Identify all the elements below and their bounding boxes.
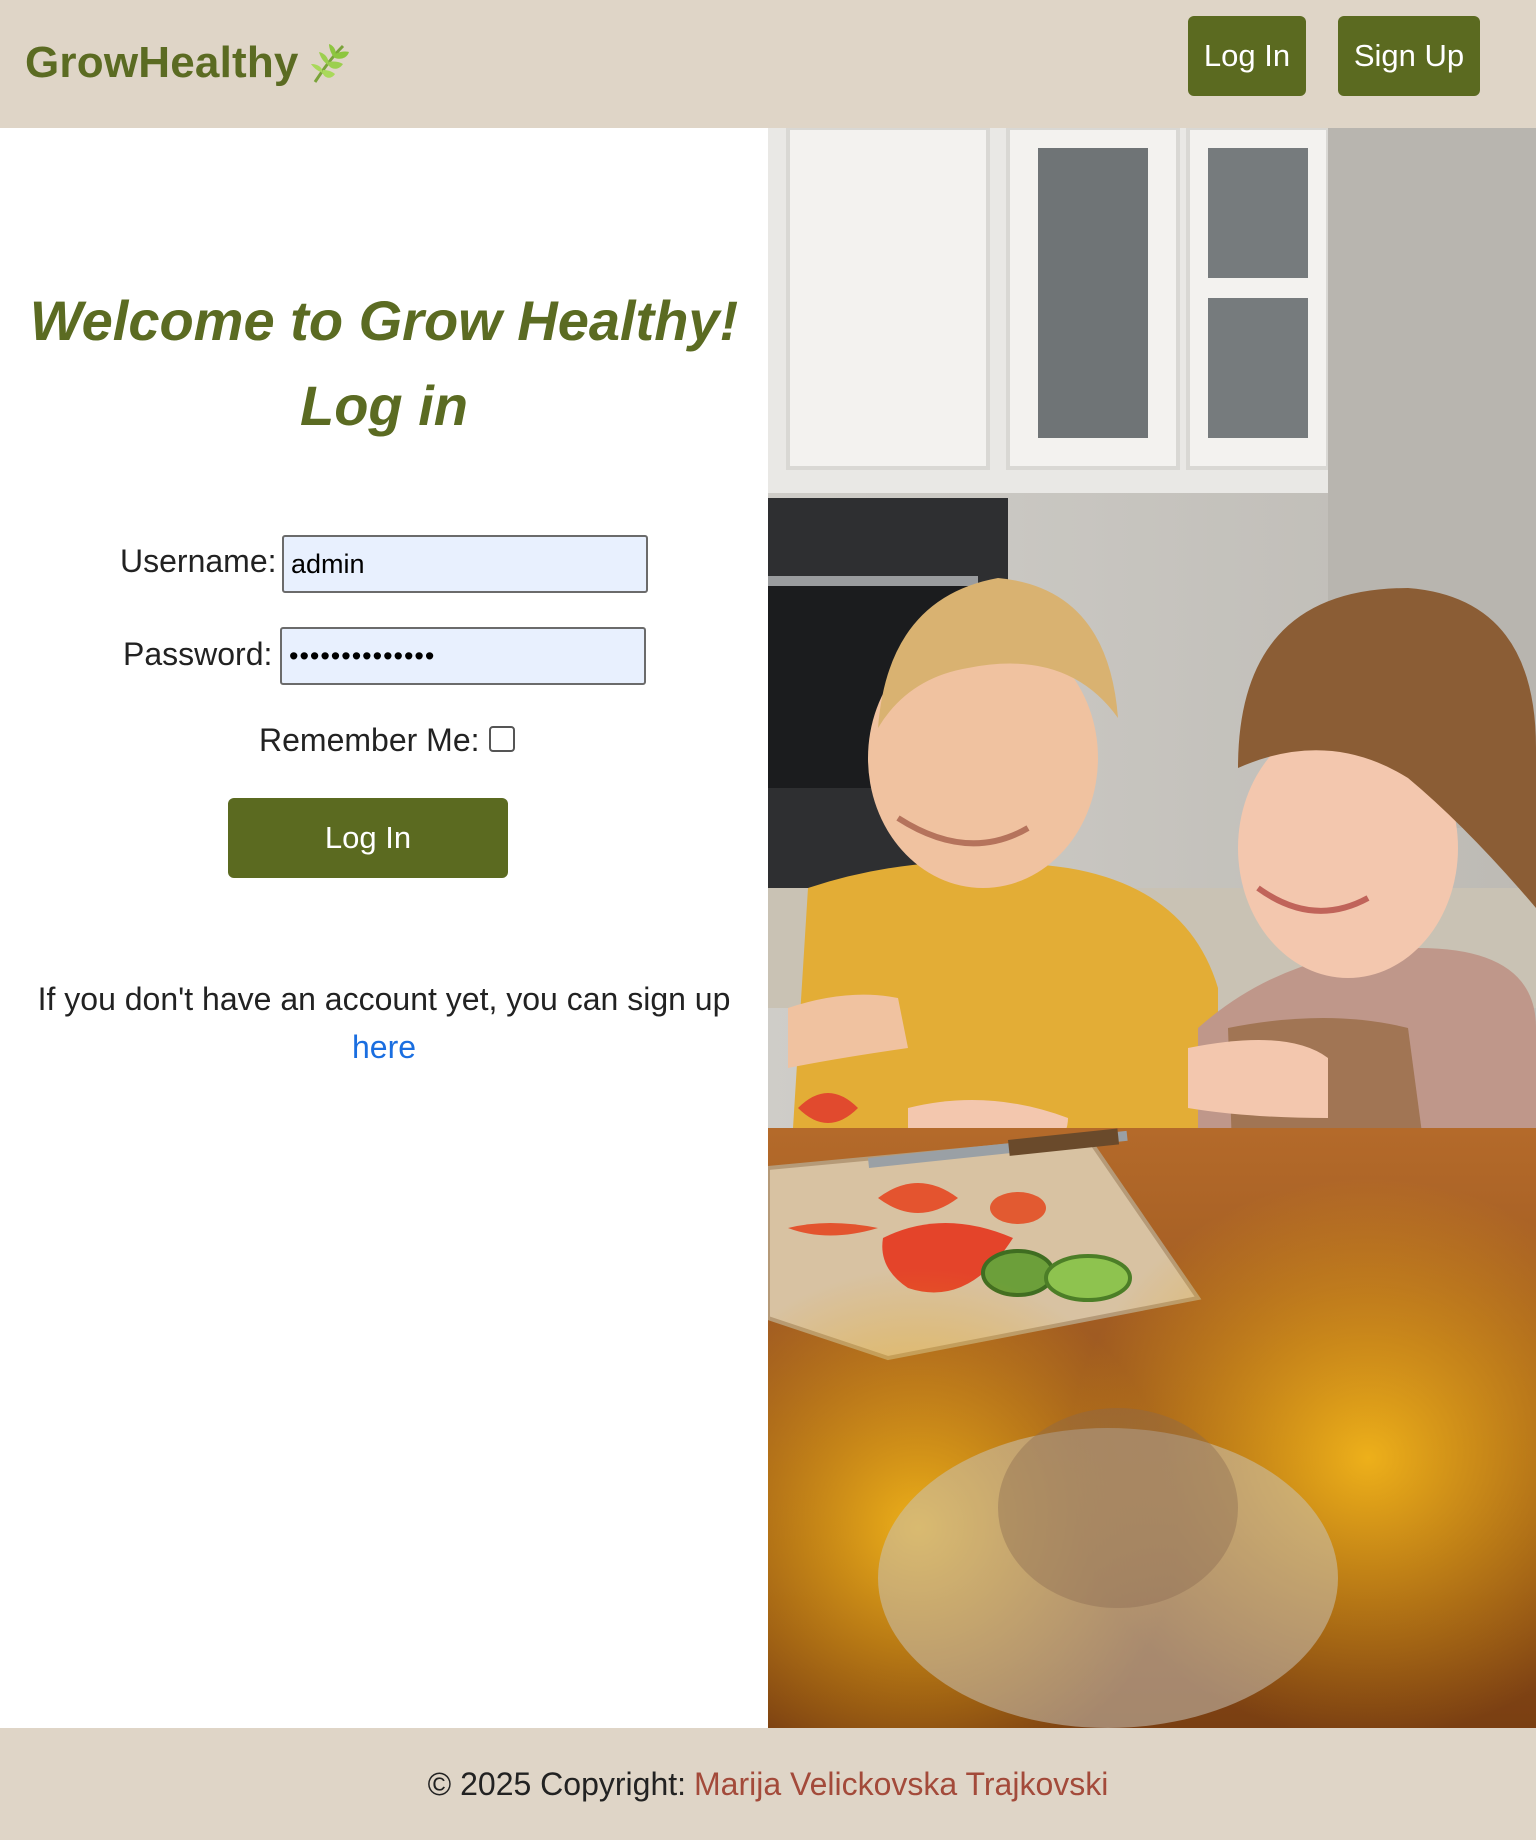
signup-here-link[interactable]: here	[352, 1029, 416, 1065]
signup-prompt-text: If you don't have an account yet, you ca…	[37, 981, 731, 1017]
login-title: Log in	[300, 374, 468, 437]
copyright-text: © 2025 Copyright:	[427, 1765, 687, 1802]
signup-prompt: If you don't have an account yet, you ca…	[0, 975, 768, 1071]
welcome-title: Welcome to Grow Healthy!	[29, 289, 739, 352]
remember-me-checkbox[interactable]	[488, 725, 515, 752]
leaf-icon	[310, 44, 349, 83]
hero-image	[768, 128, 1536, 1728]
login-panel: Welcome to Grow Healthy! Log in Username…	[0, 128, 768, 1728]
remember-me-row: Remember Me:	[259, 722, 515, 759]
username-input[interactable]	[282, 535, 648, 593]
password-input[interactable]	[280, 627, 646, 685]
nav-login-button[interactable]: Log In	[1188, 16, 1306, 96]
nav-signup-button[interactable]: Sign Up	[1338, 16, 1480, 96]
brand-logo[interactable]: GrowHealthy	[25, 38, 351, 88]
top-navbar: GrowHealthy Log In Sign Up	[0, 0, 1536, 128]
brand-name: GrowHealthy	[25, 38, 299, 87]
kids-cooking-photo	[768, 128, 1536, 1728]
remember-me-label: Remember Me:	[259, 722, 480, 758]
footer-author-link[interactable]: Marija Velickovska Trajkovski	[694, 1766, 1108, 1803]
login-submit-button[interactable]: Log In	[228, 798, 508, 878]
page-footer: © 2025 Copyright: Marija Velickovska Tra…	[0, 1728, 1536, 1840]
username-label: Username:	[120, 543, 277, 579]
password-label: Password:	[123, 636, 273, 672]
